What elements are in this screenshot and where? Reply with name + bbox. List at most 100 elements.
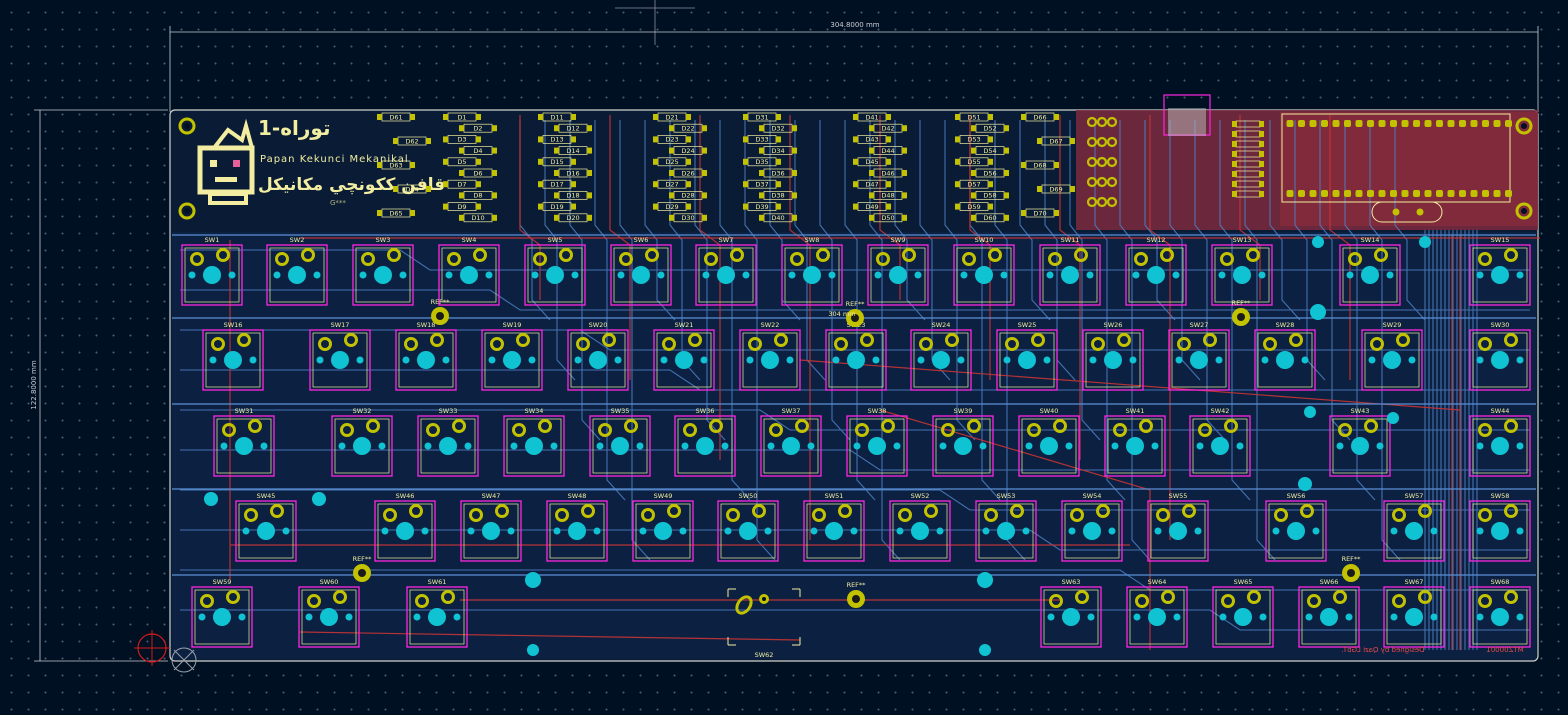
switch-ref-label: SW37 [782, 407, 801, 415]
diode-ref-label: D39 [755, 203, 768, 211]
diode-ref-label: D35 [755, 158, 768, 166]
diode-ref-label: D9 [457, 203, 466, 211]
switch-ref-label: SW19 [503, 321, 522, 329]
switch-ref-label: SW42 [1211, 407, 1230, 415]
diode-ref-label: D52 [983, 125, 996, 133]
pcb-editor-canvas[interactable]: 304.8000 mm 122.8000 mm توراه-1 Papan Ke… [0, 0, 1568, 715]
grid-origin-crosshair [615, 0, 695, 45]
diode-ref-label: D66 [1033, 113, 1046, 121]
diode-ref-label: D31 [755, 113, 768, 121]
usb-connector[interactable] [1163, 94, 1211, 136]
switch-ref-label: SW61 [428, 578, 447, 586]
diode-ref-label: D16 [566, 169, 579, 177]
diode-ref-label: D46 [881, 169, 894, 177]
switch-ref-label: SW41 [1126, 407, 1145, 415]
switch-ref-label: SW59 [213, 578, 232, 586]
switch-ref-label: SW65 [1234, 578, 1253, 586]
switch-ref-label: SW3 [376, 236, 391, 244]
switch-ref-label: SW27 [1190, 321, 1209, 329]
diode-ref-label: D45 [865, 158, 878, 166]
diode-ref-label: D67 [1049, 137, 1062, 145]
width-dimension [169, 26, 1539, 112]
diode-ref-label: D24 [681, 147, 694, 155]
diode-ref-label: D21 [665, 113, 678, 121]
diode-ref-label: D29 [665, 203, 678, 211]
diode-ref-label: D19 [550, 203, 563, 211]
switch-ref-label: SW2 [290, 236, 305, 244]
switch-ref-label: SW47 [482, 492, 501, 500]
switch-ref-label: SW66 [1320, 578, 1339, 586]
diode-ref-label: D13 [550, 136, 563, 144]
diode-ref-label: D58 [983, 192, 996, 200]
switch-ref-label: SW4 [462, 236, 477, 244]
switch-ref-label: SW68 [1491, 578, 1510, 586]
switch-ref-label: SW58 [1491, 492, 1510, 500]
diode-ref-label: D43 [865, 136, 878, 144]
diode-ref-label: D11 [550, 113, 563, 121]
width-dimension-label: 304.8000 mm [830, 21, 879, 29]
back-silkscreen-label: Designed by Qazi LGbT. [1341, 646, 1424, 654]
diode-ref-label: D59 [967, 203, 980, 211]
center-dimension-text: 304 mm [828, 310, 855, 318]
diode-ref-label: D61 [389, 113, 402, 121]
diode-ref-label: D55 [967, 158, 980, 166]
switch-ref-label: SW49 [654, 492, 673, 500]
diode-ref-label: D41 [865, 113, 878, 121]
diode-ref-label: D68 [1033, 161, 1046, 169]
switch-ref-label: SW63 [1062, 578, 1081, 586]
diode-ref-label: D44 [881, 147, 894, 155]
switch-ref-label: SW18 [417, 321, 436, 329]
switch-ref-label: SW5 [548, 236, 563, 244]
switch-ref-label: SW51 [825, 492, 844, 500]
diode-ref-label: D23 [665, 136, 678, 144]
diode-ref-label: D10 [471, 214, 484, 222]
switch-ref-label: SW52 [911, 492, 930, 500]
switch-ref-label: SW39 [954, 407, 973, 415]
diode-ref-label: D5 [457, 158, 466, 166]
diode-ref-label: D50 [881, 214, 894, 222]
switch-ref-label: SW48 [568, 492, 587, 500]
standoff-hole: REF** [1342, 555, 1361, 582]
diode-ref-label: D37 [755, 181, 768, 189]
switch-ref-label: SW40 [1040, 407, 1059, 415]
switch-ref-label: SW60 [320, 578, 339, 586]
diode-ref-label: D36 [771, 169, 784, 177]
diode-ref-label: D26 [681, 169, 694, 177]
diode-ref-label: D27 [665, 181, 678, 189]
diode-ref-label: D30 [681, 214, 694, 222]
switch-ref-label: SW45 [257, 492, 276, 500]
ref-label: REF** [1232, 299, 1252, 307]
switch-ref-label: SW31 [235, 407, 254, 415]
diode-ref-label: D6 [473, 169, 482, 177]
back-silkscreen-label-right: MTZ00001 [1486, 646, 1523, 654]
standoff-hole: REF** [847, 581, 866, 608]
switch-ref-label: SW25 [1018, 321, 1037, 329]
board-title: توراه-1 [258, 116, 330, 140]
switch-ref-label: SW14 [1361, 236, 1380, 244]
diode-ref-label: D51 [967, 113, 980, 121]
height-dimension-label: 122.8000 mm [30, 360, 38, 409]
switch-ref-label: SW13 [1233, 236, 1252, 244]
diode-ref-label: D63 [389, 161, 402, 169]
diode-ref-label: D28 [681, 192, 694, 200]
switch-ref-label: SW56 [1287, 492, 1306, 500]
switch-ref-label: SW6 [634, 236, 649, 244]
diode-ref-label: D25 [665, 158, 678, 166]
diode-ref-label: D49 [865, 203, 878, 211]
ref-label: REF** [431, 298, 451, 306]
switch-ref-label: SW8 [805, 236, 820, 244]
switch-ref-label: SW43 [1351, 407, 1370, 415]
switch-ref-label: SW22 [761, 321, 780, 329]
switch-ref-label: SW17 [331, 321, 350, 329]
switch-ref-label: SW54 [1083, 492, 1102, 500]
switch-ref-label: SW11 [1061, 236, 1080, 244]
g-label: G*** [330, 199, 346, 207]
switch-ref-label: SW33 [439, 407, 458, 415]
switch-ref-label: SW21 [675, 321, 694, 329]
diode-ref-label: D4 [473, 147, 482, 155]
switch-ref-label: SW9 [891, 236, 906, 244]
switch-ref-label: SW64 [1148, 578, 1167, 586]
switch-ref-label: SW1 [205, 236, 220, 244]
diode-ref-label: D48 [881, 192, 894, 200]
ref-label: REF** [353, 555, 373, 563]
